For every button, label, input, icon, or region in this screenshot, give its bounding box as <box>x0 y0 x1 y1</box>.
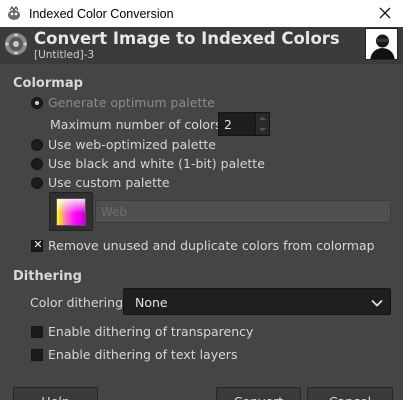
radio-indicator[interactable] <box>31 157 43 170</box>
max-colors-value[interactable]: 2 <box>224 117 232 132</box>
black-white-radio[interactable]: Use black and white (1-bit) palette <box>31 156 265 171</box>
gimp-app-icon <box>6 5 22 22</box>
generate-optimum-label: Generate optimum palette <box>48 95 215 110</box>
dithering-section-title: Dithering <box>13 269 82 284</box>
decrement-icon[interactable] <box>258 125 267 134</box>
dither-transparency-checkbox[interactable]: Enable dithering of transparency <box>31 324 253 339</box>
custom-palette-radio[interactable]: Use custom palette <box>31 175 170 190</box>
web-optimized-label: Use web-optimized palette <box>48 137 216 152</box>
close-icon[interactable] <box>375 3 395 23</box>
palette-swatch[interactable] <box>56 198 86 226</box>
checkbox-indicator[interactable] <box>31 348 43 361</box>
window-title: Indexed Color Conversion <box>29 6 174 21</box>
radio-indicator[interactable] <box>31 176 43 189</box>
help-button[interactable]: Help <box>13 387 98 400</box>
dither-text-layers-label: Enable dithering of text layers <box>48 347 238 362</box>
image-name: [Untitled]-3 <box>34 49 95 61</box>
generate-optimum-radio[interactable]: Generate optimum palette <box>31 95 215 110</box>
dither-transparency-label: Enable dithering of transparency <box>48 324 254 339</box>
convert-indexed-icon <box>4 32 28 56</box>
window-titlebar: Indexed Color Conversion <box>0 0 403 27</box>
max-colors-label: Maximum number of colors: <box>50 117 226 132</box>
radio-indicator[interactable] <box>31 138 43 151</box>
remove-unused-checkbox[interactable]: Remove unused and duplicate colors from … <box>31 238 375 253</box>
palette-name-field[interactable]: Web <box>95 200 391 223</box>
checkbox-indicator[interactable] <box>31 325 43 338</box>
remove-unused-label: Remove unused and duplicate colors from … <box>48 238 375 253</box>
image-thumbnail <box>365 28 398 60</box>
chevron-down-icon[interactable] <box>370 295 384 309</box>
web-optimized-radio[interactable]: Use web-optimized palette <box>31 137 216 152</box>
checkbox-indicator[interactable] <box>31 238 44 252</box>
radio-indicator[interactable] <box>31 96 43 109</box>
palette-name: Web <box>101 205 128 219</box>
color-dithering-value: None <box>135 295 168 310</box>
max-colors-spinbutton[interactable]: 2 <box>218 112 270 136</box>
dither-text-layers-checkbox[interactable]: Enable dithering of text layers <box>31 347 237 362</box>
dialog-header: Convert Image to Indexed Colors [Untitle… <box>0 27 403 64</box>
dialog-title: Convert Image to Indexed Colors <box>34 29 340 48</box>
increment-icon[interactable] <box>258 114 267 123</box>
color-dithering-label: Color dithering: <box>30 295 128 310</box>
spin-arrows[interactable] <box>255 113 269 135</box>
colormap-section-title: Colormap <box>13 76 83 91</box>
color-dithering-select[interactable]: None <box>123 288 391 315</box>
convert-button[interactable]: Convert <box>216 387 301 400</box>
black-white-label: Use black and white (1-bit) palette <box>48 156 265 171</box>
palette-picker-button[interactable] <box>49 192 93 231</box>
custom-palette-label: Use custom palette <box>48 175 170 190</box>
cancel-button[interactable]: Cancel <box>307 387 393 400</box>
